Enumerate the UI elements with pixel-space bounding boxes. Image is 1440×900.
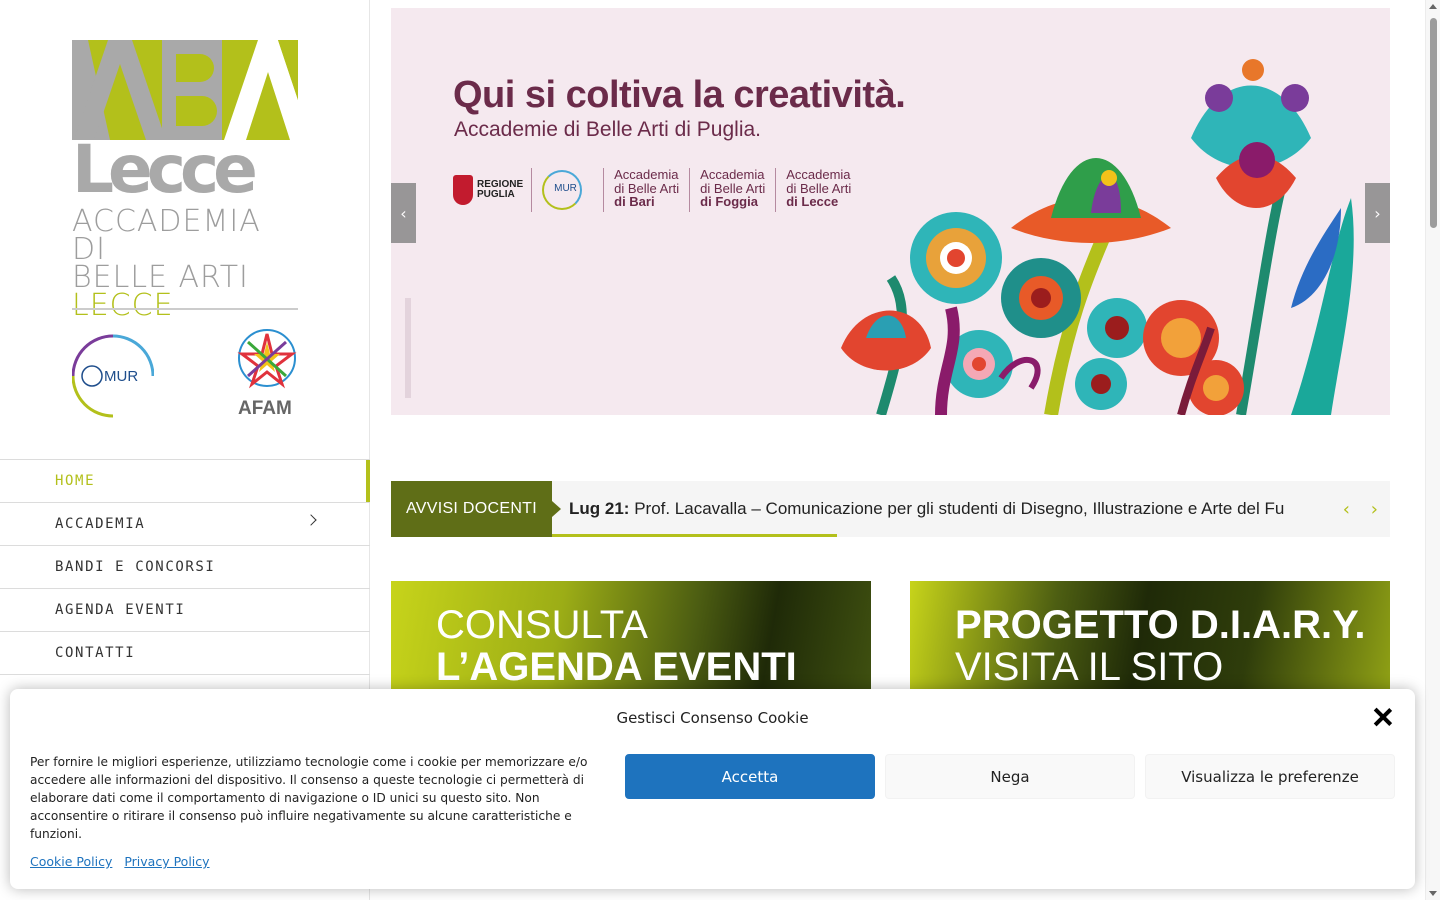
menu-item-label: ACCADEMIA: [55, 516, 146, 532]
cookie-description: Per fornire le migliori esperienze, util…: [30, 755, 588, 841]
mur-label: MUR: [104, 368, 139, 385]
accademia-foggia-logo: Accademia di Belle Arti di Foggia: [690, 167, 777, 212]
logo-sub-line1: ACCADEMIA DI: [72, 204, 261, 267]
page: Lecce ACCADEMIA DI BELLE ARTI LECCE MUR …: [0, 0, 1440, 900]
ticker-date: Lug 21:: [569, 499, 630, 518]
ticker-next-icon[interactable]: ›: [1371, 499, 1378, 520]
promo-line1: CONSULTA: [436, 603, 648, 647]
logo-divider: [72, 308, 298, 310]
hero-flower-illustration: [841, 59, 1354, 415]
ticker-prev-icon[interactable]: ‹: [1343, 499, 1350, 520]
accademia-bari-logo: Accademia di Belle Arti di Bari: [604, 167, 691, 212]
hero-slider[interactable]: Qui si coltiva la creatività. Accademie …: [391, 8, 1390, 415]
site-logo[interactable]: Lecce ACCADEMIA DI BELLE ARTI LECCE: [72, 40, 298, 321]
hero-vertical-credit: [405, 298, 411, 398]
menu-item-accademia[interactable]: ACCADEMIA: [0, 502, 370, 545]
menu-item-bandi-e-concorsi[interactable]: BANDI E CONCORSI: [0, 545, 370, 588]
hero-next-arrow[interactable]: ›: [1365, 183, 1390, 243]
cookie-policy-links: Cookie Policy Privacy Policy: [30, 854, 218, 869]
acc-bari-line2: di Belle Arti: [614, 180, 680, 196]
regione-label: REGIONE PUGLIA: [477, 180, 523, 200]
afam-label: AFAM: [238, 398, 292, 419]
regione-label-line2: PUGLIA: [477, 189, 515, 200]
acc-foggia-line2: di Belle Arti: [700, 180, 766, 196]
ticker-item[interactable]: Lug 21: Prof. Lacavalla – Comunicazione …: [569, 499, 1329, 519]
menu-item-label: HOME: [55, 473, 96, 489]
deny-button[interactable]: Nega: [885, 754, 1135, 799]
regione-puglia-logo: REGIONE PUGLIA: [453, 168, 533, 212]
main-menu: HOME ACCADEMIA BANDI E CONCORSI AGENDA E…: [0, 459, 370, 675]
logo-subtitle: ACCADEMIA DI BELLE ARTI LECCE: [72, 204, 298, 323]
menu-item-label: AGENDA EVENTI: [55, 602, 186, 618]
close-icon[interactable]: [1373, 707, 1393, 727]
promo-agenda-eventi[interactable]: CONSULTA L’AGENDA EVENTI: [391, 581, 871, 691]
hero-prev-arrow[interactable]: ‹: [391, 183, 416, 243]
news-ticker: AVVISI DOCENTI Lug 21: Prof. Lacavalla –…: [391, 481, 1390, 537]
ticker-progress-bar: [552, 534, 837, 537]
menu-divider: [0, 674, 370, 675]
menu-item-label: CONTATTI: [55, 645, 136, 661]
ticker-label: AVVISI DOCENTI: [391, 481, 561, 537]
acc-foggia-line3: di Foggia: [700, 194, 758, 209]
promo-line2: L’AGENDA EVENTI: [436, 645, 797, 689]
ticker-text[interactable]: Prof. Lacavalla – Comunicazione per gli …: [634, 499, 1284, 518]
chevron-right-icon[interactable]: [305, 514, 317, 526]
logo-aba-letters: [72, 40, 298, 140]
acc-bari-line3: di Bari: [614, 194, 655, 209]
acc-foggia-line1: Accademia: [700, 167, 765, 182]
svg-text:Lecce: Lecce: [72, 140, 255, 198]
menu-item-agenda-eventi[interactable]: AGENDA EVENTI: [0, 588, 370, 631]
acc-bari-line1: Accademia: [614, 167, 679, 182]
cookie-title: Gestisci Consenso Cookie: [616, 709, 809, 727]
promo-line1: PROGETTO D.I.A.R.Y.: [955, 603, 1366, 647]
hero-mur-label: MUR: [554, 183, 577, 194]
regione-shield-icon: [453, 175, 473, 205]
scroll-up-icon[interactable]: [1429, 4, 1437, 9]
cookie-policy-link[interactable]: Cookie Policy: [30, 854, 112, 869]
hero-mur-logo: MUR: [532, 168, 605, 212]
menu-item-home[interactable]: HOME: [0, 459, 370, 503]
scroll-down-icon[interactable]: [1429, 891, 1437, 896]
menu-item-label: BANDI E CONCORSI: [55, 559, 216, 575]
page-scrollbar[interactable]: [1425, 0, 1440, 900]
hero-subtitle: Accademie di Belle Arti di Puglia.: [454, 118, 761, 141]
promo-progetto-diary[interactable]: PROGETTO D.I.A.R.Y. VISITA IL SITO: [910, 581, 1390, 691]
logo-sub-line3: LECCE: [72, 288, 174, 323]
accept-button[interactable]: Accetta: [625, 754, 875, 799]
cookie-consent-banner: Gestisci Consenso Cookie Per fornire le …: [10, 689, 1415, 889]
scroll-thumb[interactable]: [1430, 18, 1437, 228]
hero-partner-logos: REGIONE PUGLIA MUR Accademia di Belle Ar…: [453, 168, 861, 212]
logo-lecce-word: Lecce: [72, 140, 261, 198]
privacy-policy-link[interactable]: Privacy Policy: [124, 854, 209, 869]
promo-line2: VISITA IL SITO: [955, 645, 1224, 689]
menu-item-contatti[interactable]: CONTATTI: [0, 631, 370, 674]
view-preferences-button[interactable]: Visualizza le preferenze: [1145, 754, 1395, 799]
